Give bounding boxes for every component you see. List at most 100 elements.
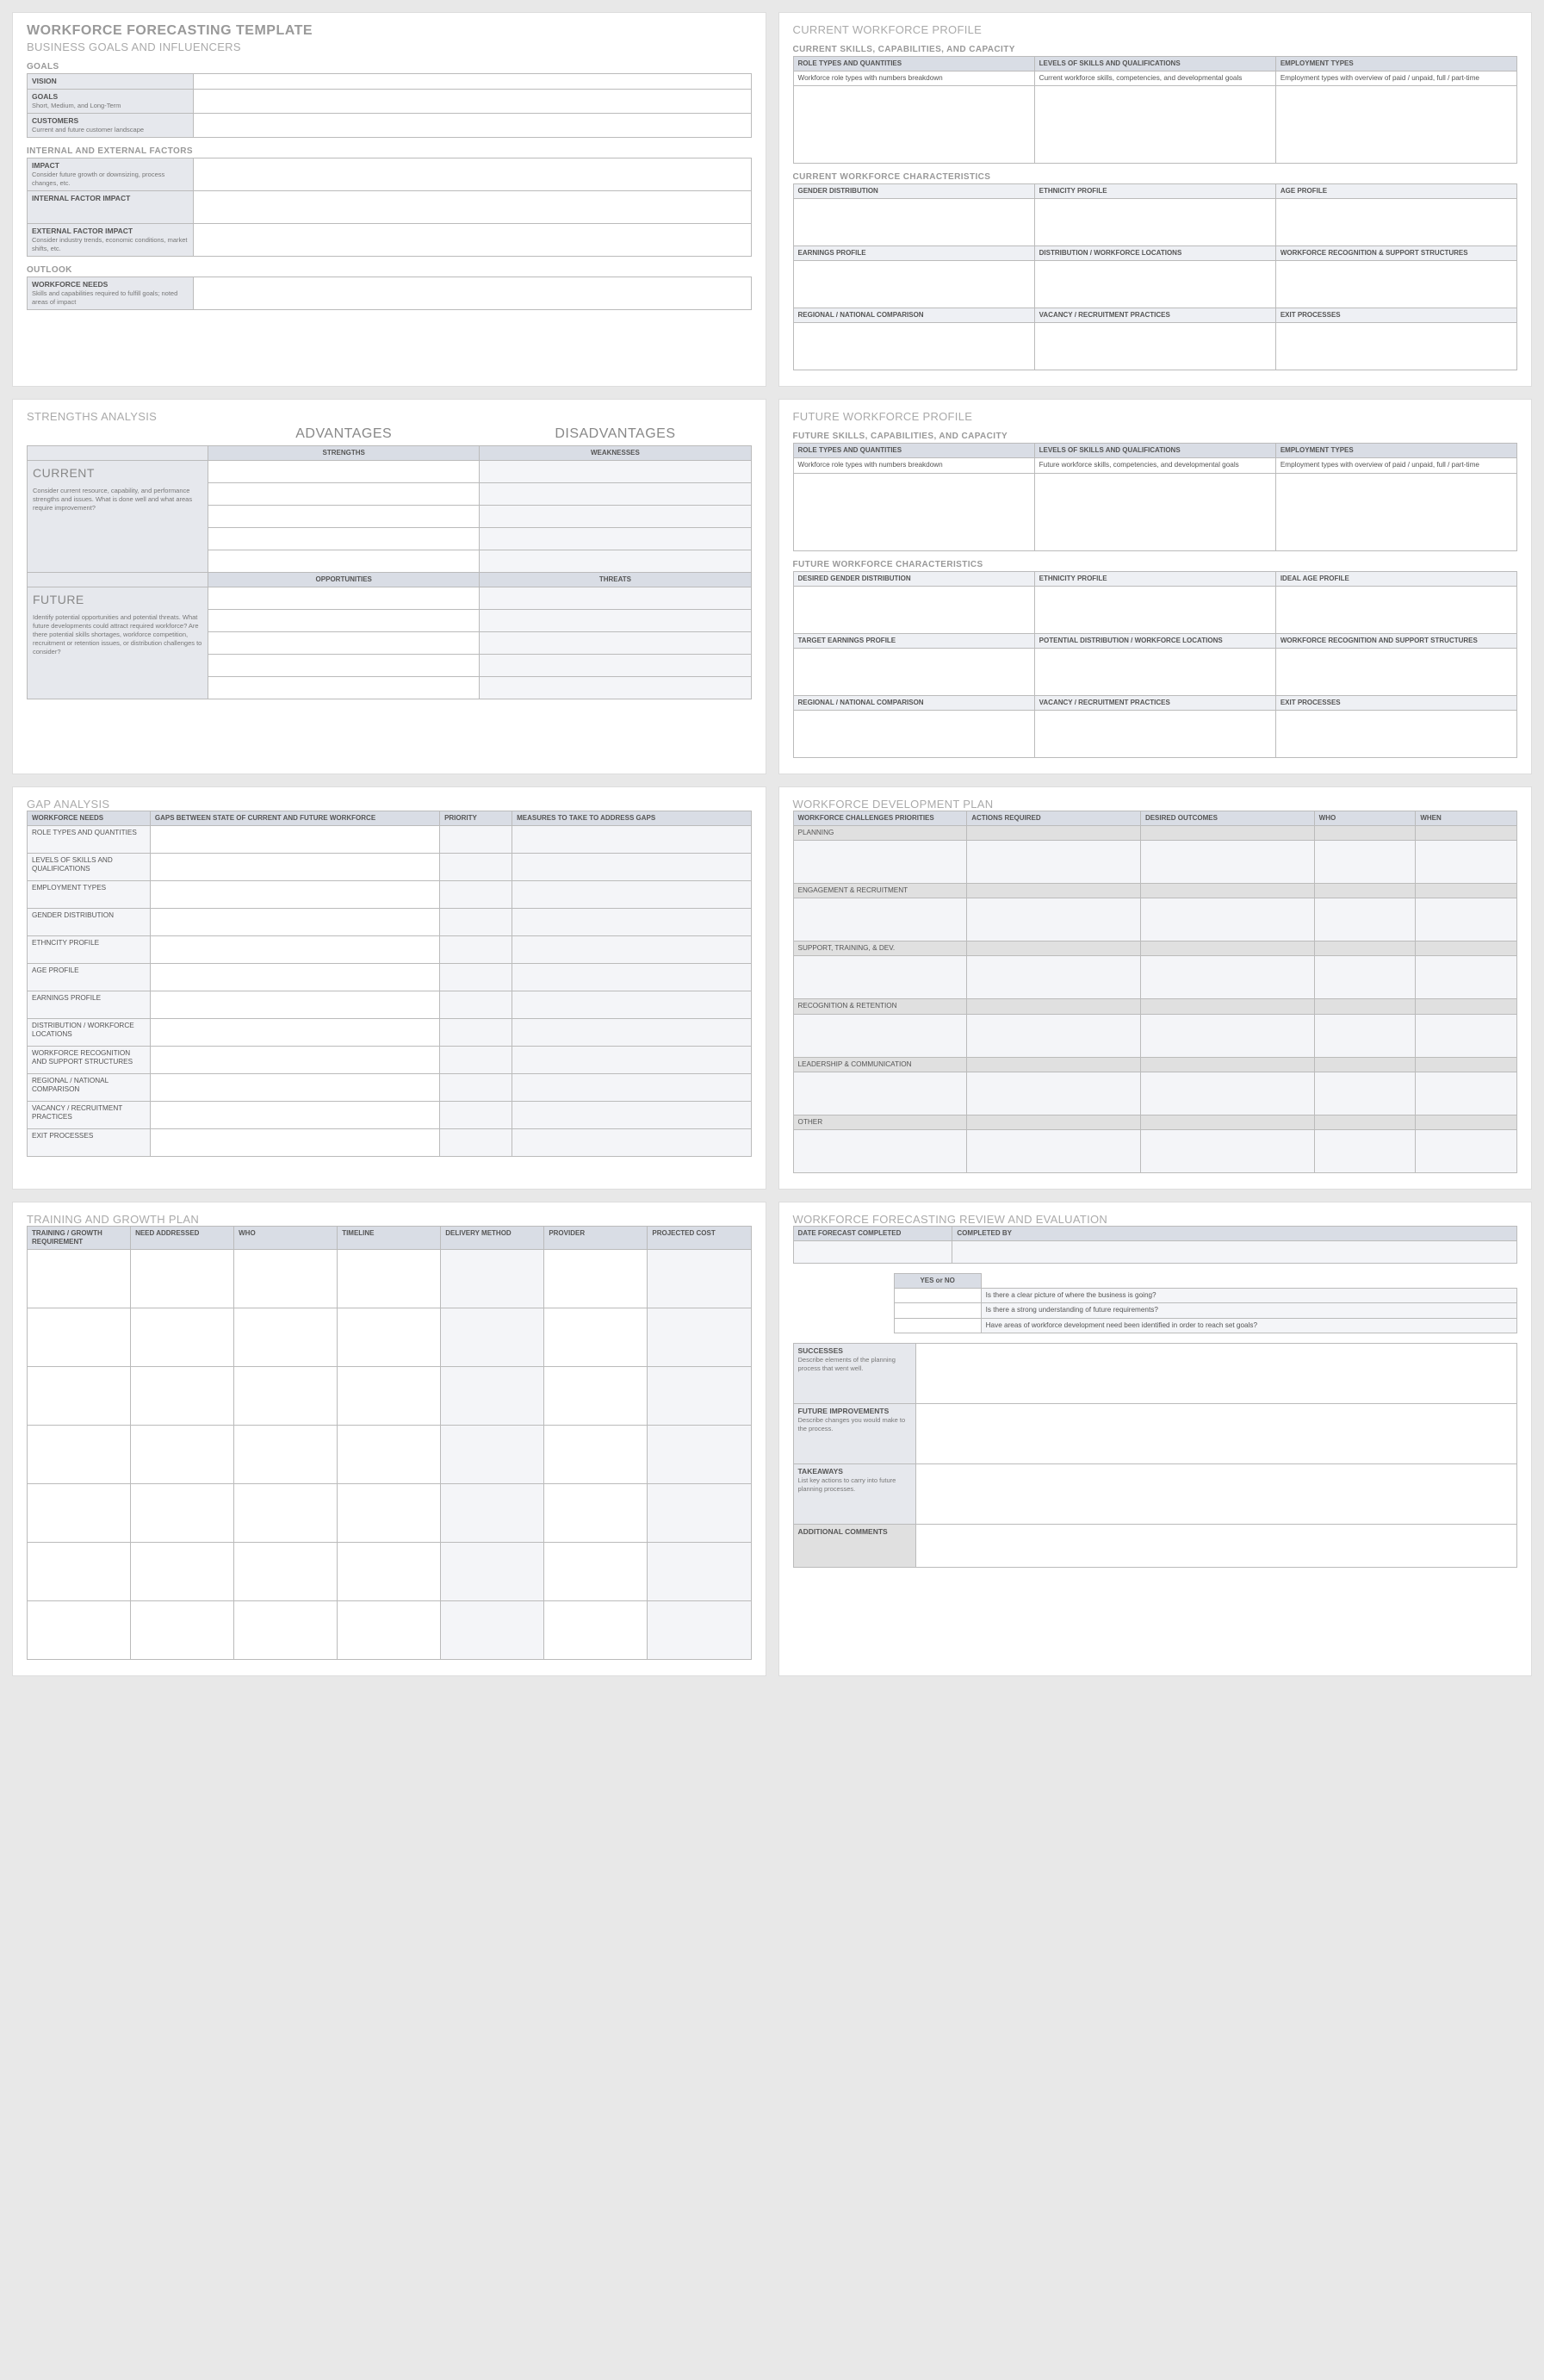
goals-input[interactable] (194, 90, 751, 114)
tgp-req[interactable] (28, 1426, 131, 1484)
internal-input[interactable] (194, 191, 751, 224)
swot-cur: CURRENT (33, 466, 202, 482)
gap-priority[interactable] (440, 963, 512, 991)
cwp-char-table: GENDER DISTRIBUTIONETHNICITY PROFILEAGE … (793, 183, 1518, 370)
gap-priority[interactable] (440, 1018, 512, 1046)
gap-priority[interactable] (440, 1128, 512, 1156)
tgp-table: TRAINING / GROWTH REQUIREMENT NEED ADDRE… (27, 1226, 752, 1660)
gap-gaps[interactable] (150, 1018, 439, 1046)
vision-label: VISION (32, 77, 57, 85)
wdp-cell[interactable] (793, 1072, 967, 1115)
yn2[interactable] (894, 1303, 981, 1318)
fwp-c3: EMPLOYMENT TYPES (1275, 444, 1516, 458)
tgp-req[interactable] (28, 1543, 131, 1601)
tgp-req[interactable] (28, 1250, 131, 1308)
gap-measures[interactable] (512, 963, 751, 991)
gap-measures[interactable] (512, 908, 751, 935)
wdp-table: WORKFORCE CHALLENGES PRIORITIES ACTIONS … (793, 811, 1518, 1174)
gap-measures[interactable] (512, 991, 751, 1018)
wdp-cell[interactable] (793, 956, 967, 999)
gap-gaps[interactable] (150, 963, 439, 991)
swot-dis: DISADVANTAGES (480, 423, 751, 446)
card-wdp: WORKFORCE DEVELOPMENT PLAN WORKFORCE CHA… (778, 786, 1533, 1190)
gap-measures[interactable] (512, 853, 751, 880)
cwp-i1[interactable] (793, 86, 1034, 164)
external-input[interactable] (194, 224, 751, 257)
customers-input[interactable] (194, 114, 751, 138)
swot-str: STRENGTHS (208, 446, 480, 461)
wdp-group: LEADERSHIP & COMMUNICATION (793, 1057, 967, 1072)
goals-heading: GOALS (27, 62, 752, 71)
gap-priority[interactable] (440, 880, 512, 908)
gap-priority[interactable] (440, 935, 512, 963)
date-input[interactable] (793, 1241, 952, 1264)
cwp-char-h: CURRENT WORKFORCE CHARACTERISTICS (793, 172, 1518, 182)
gap-gaps[interactable] (150, 880, 439, 908)
gap-gaps[interactable] (150, 853, 439, 880)
wdp-cell[interactable] (793, 898, 967, 941)
gap-gaps[interactable] (150, 1101, 439, 1128)
gap-measures[interactable] (512, 880, 751, 908)
swot-adv: ADVANTAGES (208, 423, 480, 446)
gap-table: WORKFORCE NEEDS GAPS BETWEEN STATE OF CU… (27, 811, 752, 1157)
gap-priority[interactable] (440, 908, 512, 935)
gap-gaps[interactable] (150, 1128, 439, 1156)
gap-priority[interactable] (440, 1073, 512, 1101)
cwp-r2: Current workforce skills, competencies, … (1034, 71, 1275, 86)
gap-measures[interactable] (512, 825, 751, 853)
swot-fut: FUTURE (33, 593, 202, 608)
yn1[interactable] (894, 1289, 981, 1303)
gap-row-label: REGIONAL / NATIONAL COMPARISON (28, 1073, 151, 1101)
gap-measures[interactable] (512, 935, 751, 963)
gap-priority[interactable] (440, 853, 512, 880)
rev-head-table: DATE FORECAST COMPLETEDCOMPLETED BY (793, 1226, 1518, 1264)
gap-gaps[interactable] (150, 825, 439, 853)
completedby-input[interactable] (952, 1241, 1517, 1264)
gap-row-label: ROLE TYPES AND QUANTITIES (28, 825, 151, 853)
fwp-c1: ROLE TYPES AND QUANTITIES (793, 444, 1034, 458)
tgp-req[interactable] (28, 1601, 131, 1660)
successes-input[interactable] (916, 1343, 1517, 1403)
external-label: EXTERNAL FACTOR IMPACT (32, 227, 133, 235)
gap-row-label: ETHNCITY PROFILE (28, 935, 151, 963)
gap-gaps[interactable] (150, 935, 439, 963)
tgp-req[interactable] (28, 1484, 131, 1543)
gap-measures[interactable] (512, 1128, 751, 1156)
wdp-cell[interactable] (793, 1014, 967, 1057)
gap-measures[interactable] (512, 1101, 751, 1128)
gap-measures[interactable] (512, 1018, 751, 1046)
gap-priority[interactable] (440, 1101, 512, 1128)
gap-row-label: EMPLOYMENT TYPES (28, 880, 151, 908)
comments-input[interactable] (916, 1524, 1517, 1567)
improvements-input[interactable] (916, 1403, 1517, 1463)
gap-row-label: EARNINGS PROFILE (28, 991, 151, 1018)
card-review: WORKFORCE FORECASTING REVIEW AND EVALUAT… (778, 1202, 1533, 1676)
wdp-cell[interactable] (793, 840, 967, 883)
gap-measures[interactable] (512, 1073, 751, 1101)
tgp-req[interactable] (28, 1367, 131, 1426)
gap-row-label: LEVELS OF SKILLS AND QUALIFICATIONS (28, 853, 151, 880)
internal-label: INTERNAL FACTOR IMPACT (32, 194, 130, 202)
cwp-ap: AGE PROFILE (1275, 184, 1516, 199)
rev-title: WORKFORCE FORECASTING REVIEW AND EVALUAT… (793, 1213, 1518, 1226)
gap-measures[interactable] (512, 1046, 751, 1073)
gap-priority[interactable] (440, 1046, 512, 1073)
gap-gaps[interactable] (150, 908, 439, 935)
gap-row-label: WORKFORCE RECOGNITION AND SUPPORT STRUCT… (28, 1046, 151, 1073)
cwp-i3[interactable] (1275, 86, 1516, 164)
gap-gaps[interactable] (150, 991, 439, 1018)
gap-gaps[interactable] (150, 1046, 439, 1073)
gap-priority[interactable] (440, 991, 512, 1018)
wdp-cell[interactable] (793, 1130, 967, 1173)
cwp-skills-table: ROLE TYPES AND QUANTITIESLEVELS OF SKILL… (793, 56, 1518, 164)
vision-input[interactable] (194, 74, 751, 90)
tgp-req[interactable] (28, 1308, 131, 1367)
takeaways-input[interactable] (916, 1463, 1517, 1524)
gap-priority[interactable] (440, 825, 512, 853)
impact-input[interactable] (194, 158, 751, 191)
yn3[interactable] (894, 1318, 981, 1333)
card-swot: STRENGTHS ANALYSIS ADVANTAGESDISADVANTAG… (12, 399, 766, 774)
gap-gaps[interactable] (150, 1073, 439, 1101)
cwp-i2[interactable] (1034, 86, 1275, 164)
wneeds-input[interactable] (194, 277, 751, 310)
